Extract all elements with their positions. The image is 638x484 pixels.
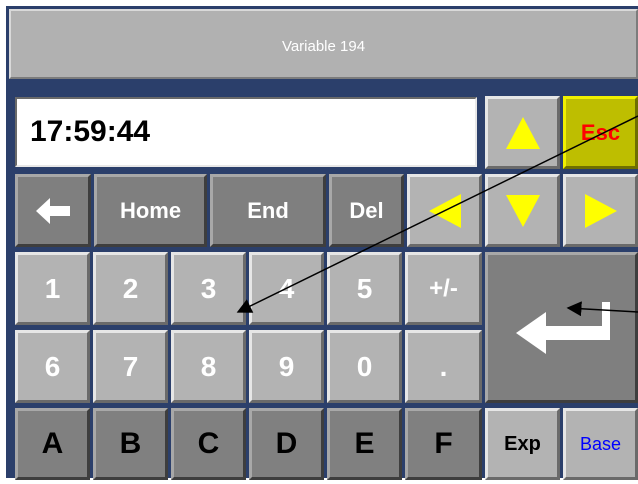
- plus-minus-key[interactable]: +/-: [405, 252, 482, 325]
- left-arrow-icon: [36, 197, 70, 224]
- key-label: 6: [44, 350, 61, 382]
- key-8[interactable]: 8: [171, 330, 246, 403]
- enter-button[interactable]: [485, 252, 638, 403]
- down-arrow-button[interactable]: [485, 174, 560, 247]
- key-label: A: [41, 427, 64, 460]
- key-e[interactable]: E: [327, 408, 402, 480]
- key-2[interactable]: 2: [93, 252, 168, 325]
- key-4[interactable]: 4: [249, 252, 324, 325]
- key-label: 2: [122, 272, 139, 304]
- key-label: 3: [200, 272, 217, 304]
- right-arrow-button[interactable]: [563, 174, 638, 247]
- key-7[interactable]: 7: [93, 330, 168, 403]
- base-label: Base: [579, 433, 622, 454]
- key-9[interactable]: 9: [249, 330, 324, 403]
- key-a[interactable]: A: [15, 408, 90, 480]
- esc-label: Esc: [580, 119, 621, 145]
- keypad-dialog: Variable 194 17:59:44 Esc Home End Del 1…: [0, 0, 638, 484]
- key-label: 0: [356, 350, 373, 382]
- key-label: C: [197, 427, 220, 460]
- key-label: B: [119, 427, 142, 460]
- enter-icon: [515, 301, 610, 354]
- title-bar: Variable 194: [9, 9, 638, 79]
- key-label: .: [439, 350, 448, 382]
- end-label: End: [247, 197, 289, 223]
- key-label: 4: [278, 272, 295, 304]
- key-d[interactable]: D: [249, 408, 324, 480]
- right-arrow-icon: [584, 193, 617, 228]
- decimal-point-key[interactable]: .: [405, 330, 482, 403]
- up-arrow-icon: [505, 116, 540, 149]
- key-1[interactable]: 1: [15, 252, 90, 325]
- key-label: E: [354, 427, 375, 460]
- key-label: 1: [44, 272, 61, 304]
- down-arrow-icon: [505, 194, 540, 227]
- end-button[interactable]: End: [210, 174, 326, 247]
- key-label: D: [275, 427, 298, 460]
- del-label: Del: [349, 197, 384, 223]
- key-label: F: [434, 427, 453, 460]
- key-label: 5: [356, 272, 373, 304]
- home-button[interactable]: Home: [94, 174, 207, 247]
- key-label: 8: [200, 350, 217, 382]
- left-arrow-icon: [428, 193, 461, 228]
- up-arrow-button[interactable]: [485, 96, 560, 169]
- key-label: 7: [122, 350, 139, 382]
- key-c[interactable]: C: [171, 408, 246, 480]
- del-button[interactable]: Del: [329, 174, 404, 247]
- key-label: +/-: [429, 274, 458, 302]
- value-display[interactable]: 17:59:44: [15, 97, 477, 167]
- home-label: Home: [119, 197, 182, 223]
- key-6[interactable]: 6: [15, 330, 90, 403]
- key-b[interactable]: B: [93, 408, 168, 480]
- value-text: 17:59:44: [30, 115, 151, 148]
- key-5[interactable]: 5: [327, 252, 402, 325]
- left-arrow-button[interactable]: [407, 174, 482, 247]
- exp-button[interactable]: Exp: [485, 408, 560, 480]
- esc-button[interactable]: Esc: [563, 96, 638, 169]
- backspace-button[interactable]: [15, 174, 91, 247]
- dialog-title: Variable 194: [281, 38, 366, 55]
- key-f[interactable]: F: [405, 408, 482, 480]
- key-label: 9: [278, 350, 295, 382]
- key-3[interactable]: 3: [171, 252, 246, 325]
- key-0[interactable]: 0: [327, 330, 402, 403]
- base-button[interactable]: Base: [563, 408, 638, 480]
- exp-label: Exp: [504, 432, 541, 455]
